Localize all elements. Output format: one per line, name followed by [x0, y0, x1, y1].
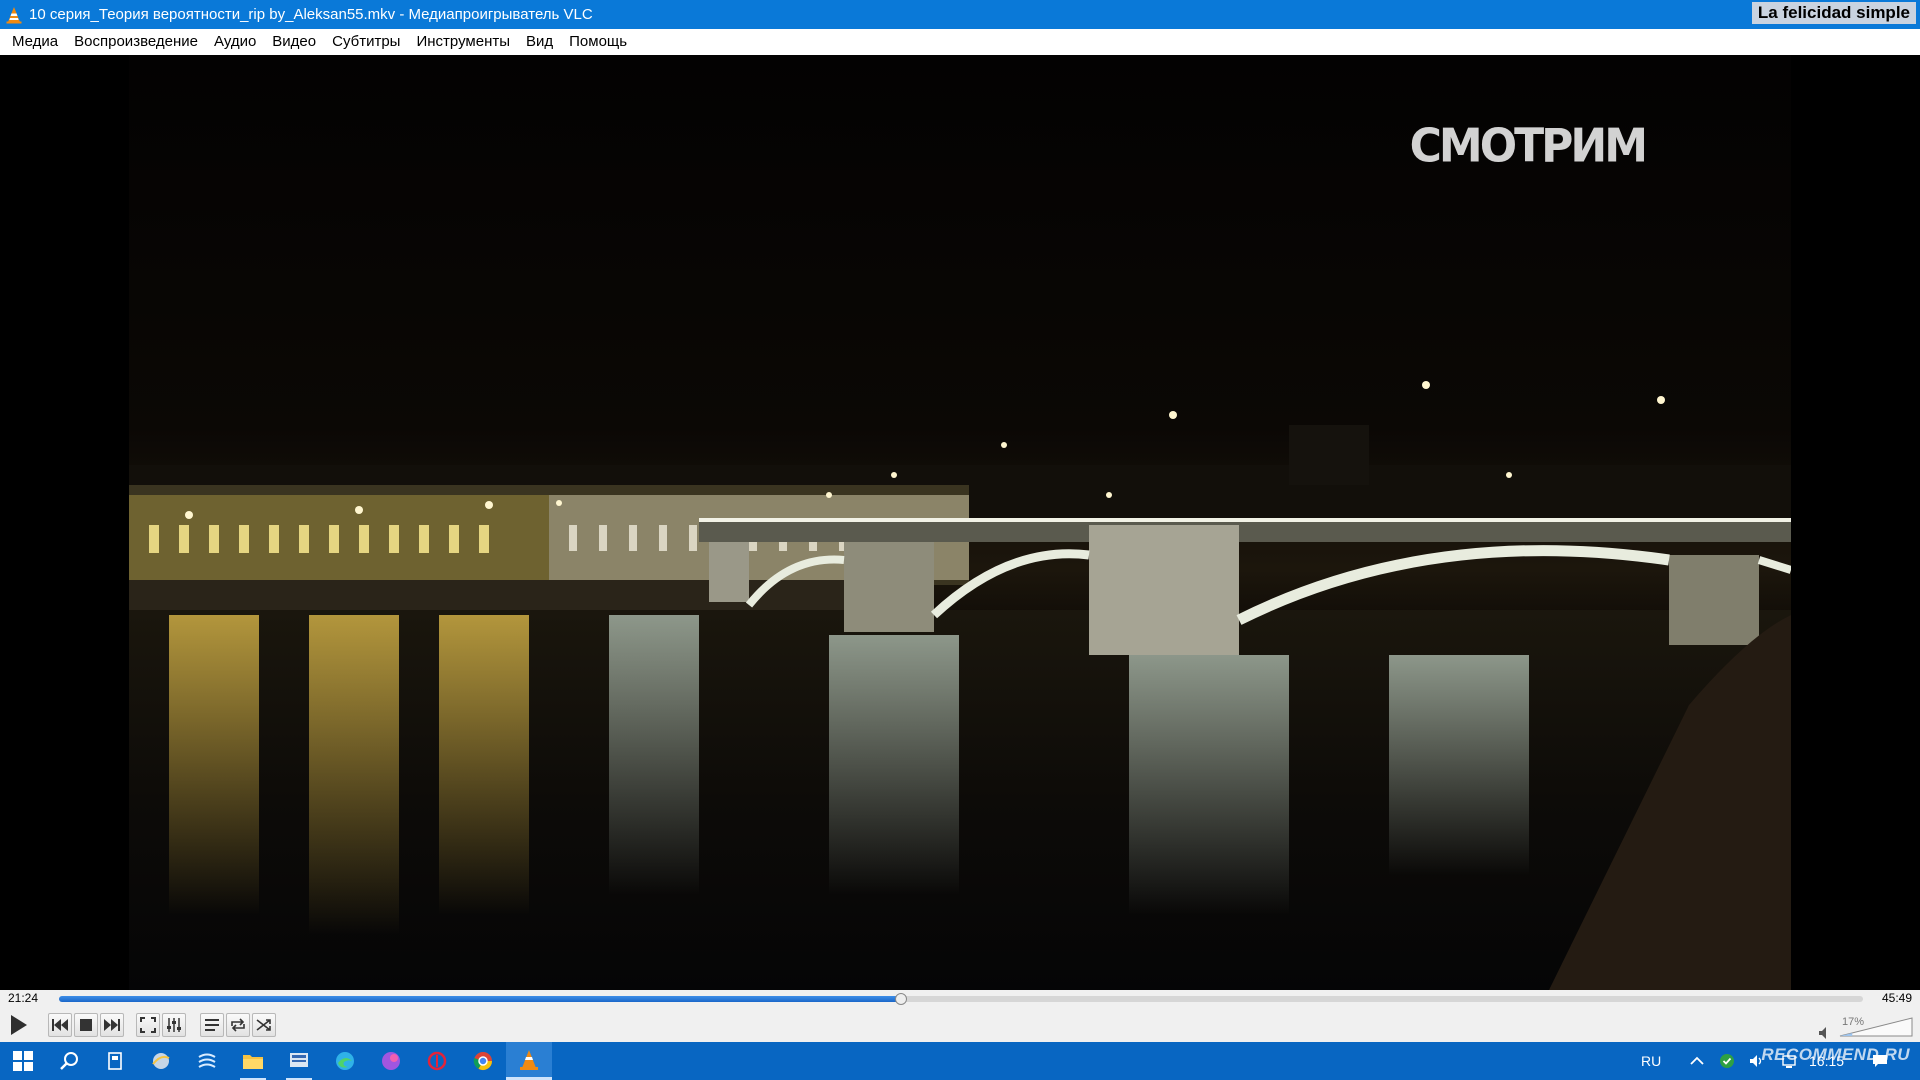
seek-handle[interactable] — [895, 993, 908, 1005]
app-icon — [290, 1053, 308, 1067]
play-icon — [11, 1015, 27, 1035]
loop-icon — [231, 1018, 245, 1032]
menu-bar: Медиа Воспроизведение Аудио Видео Субтит… — [0, 29, 1920, 55]
taskbar-app-2[interactable] — [184, 1042, 230, 1080]
video-frame: СМОТРИМ — [129, 55, 1791, 990]
stop-button[interactable] — [74, 1013, 98, 1037]
playlist-icon — [205, 1019, 219, 1031]
app-icon — [198, 1053, 216, 1068]
keyboard-language[interactable]: RU — [1641, 1053, 1661, 1069]
file-explorer-icon — [243, 1055, 263, 1069]
taskbar-chrome[interactable] — [460, 1042, 506, 1080]
vlc-window: 10 серия_Теория вероятности_rip by_Aleks… — [0, 0, 1920, 1080]
elapsed-time: 21:24 — [8, 991, 39, 1005]
volume-percent: 17% — [1842, 1016, 1865, 1028]
menu-audio[interactable]: Аудио — [206, 29, 264, 55]
loop-button[interactable] — [226, 1013, 250, 1037]
menu-tools[interactable]: Инструменты — [408, 29, 518, 55]
next-icon — [104, 1019, 120, 1031]
total-time: 45:49 — [1881, 991, 1912, 1005]
taskbar-file-explorer[interactable] — [230, 1042, 276, 1080]
security-check-icon[interactable] — [1719, 1053, 1735, 1069]
window-title: 10 серия_Теория вероятности_rip by_Aleks… — [29, 6, 593, 23]
search-icon — [60, 1052, 78, 1070]
app-icon — [152, 1053, 170, 1069]
menu-help[interactable]: Помощь — [561, 29, 635, 55]
seek-progress — [59, 996, 902, 1002]
app-icon — [427, 1051, 447, 1071]
vlc-cone-icon — [6, 6, 22, 23]
taskbar-app-5[interactable] — [414, 1042, 460, 1080]
task-view-icon — [108, 1052, 122, 1070]
menu-subtitles[interactable]: Субтитры — [324, 29, 408, 55]
vlc-icon — [520, 1049, 538, 1070]
taskbar-edge[interactable] — [322, 1042, 368, 1080]
title-bar: 10 серия_Теория вероятности_rip by_Aleks… — [0, 0, 1920, 29]
menu-media[interactable]: Медиа — [4, 29, 66, 55]
night-bridge-scene — [129, 381, 1791, 990]
chevron-up-icon[interactable] — [1689, 1053, 1705, 1069]
taskbar-vlc[interactable] — [506, 1042, 552, 1080]
site-watermark: RECOMMEND.RU — [1761, 1045, 1910, 1064]
shuffle-icon — [256, 1019, 271, 1031]
task-view-button[interactable] — [92, 1042, 138, 1080]
chrome-icon — [473, 1052, 492, 1071]
volume-icon[interactable] — [1818, 1026, 1832, 1040]
seek-row: 21:24 45:49 — [0, 990, 1920, 1008]
overlay-label: La felicidad simple — [1751, 2, 1916, 24]
taskbar-app-4[interactable] — [368, 1042, 414, 1080]
app-icon — [382, 1052, 400, 1070]
extended-settings-icon — [167, 1018, 181, 1032]
menu-video[interactable]: Видео — [264, 29, 324, 55]
edge-icon — [336, 1052, 354, 1070]
video-area[interactable]: СМОТРИМ — [0, 55, 1920, 990]
channel-watermark: СМОТРИМ — [1409, 119, 1648, 174]
search-button[interactable] — [46, 1042, 92, 1080]
menu-playback[interactable]: Воспроизведение — [66, 29, 206, 55]
menu-view[interactable]: Вид — [518, 29, 561, 55]
windows-start-icon — [13, 1051, 33, 1071]
shuffle-button[interactable] — [252, 1013, 276, 1037]
controls-bar: 17% — [0, 1008, 1920, 1042]
fullscreen-button[interactable] — [136, 1013, 160, 1037]
start-button[interactable] — [0, 1042, 46, 1080]
next-button[interactable] — [100, 1013, 124, 1037]
previous-icon — [52, 1019, 68, 1031]
taskbar-app-3[interactable] — [276, 1042, 322, 1080]
stop-icon — [80, 1019, 92, 1031]
playlist-button[interactable] — [200, 1013, 224, 1037]
previous-button[interactable] — [48, 1013, 72, 1037]
taskbar-app-1[interactable] — [138, 1042, 184, 1080]
extended-settings-button[interactable] — [162, 1013, 186, 1037]
fullscreen-icon — [140, 1017, 156, 1033]
taskbar: RU 16:15 — [0, 1042, 1920, 1080]
seek-bar[interactable] — [59, 993, 1863, 1005]
play-button[interactable] — [4, 1012, 32, 1038]
